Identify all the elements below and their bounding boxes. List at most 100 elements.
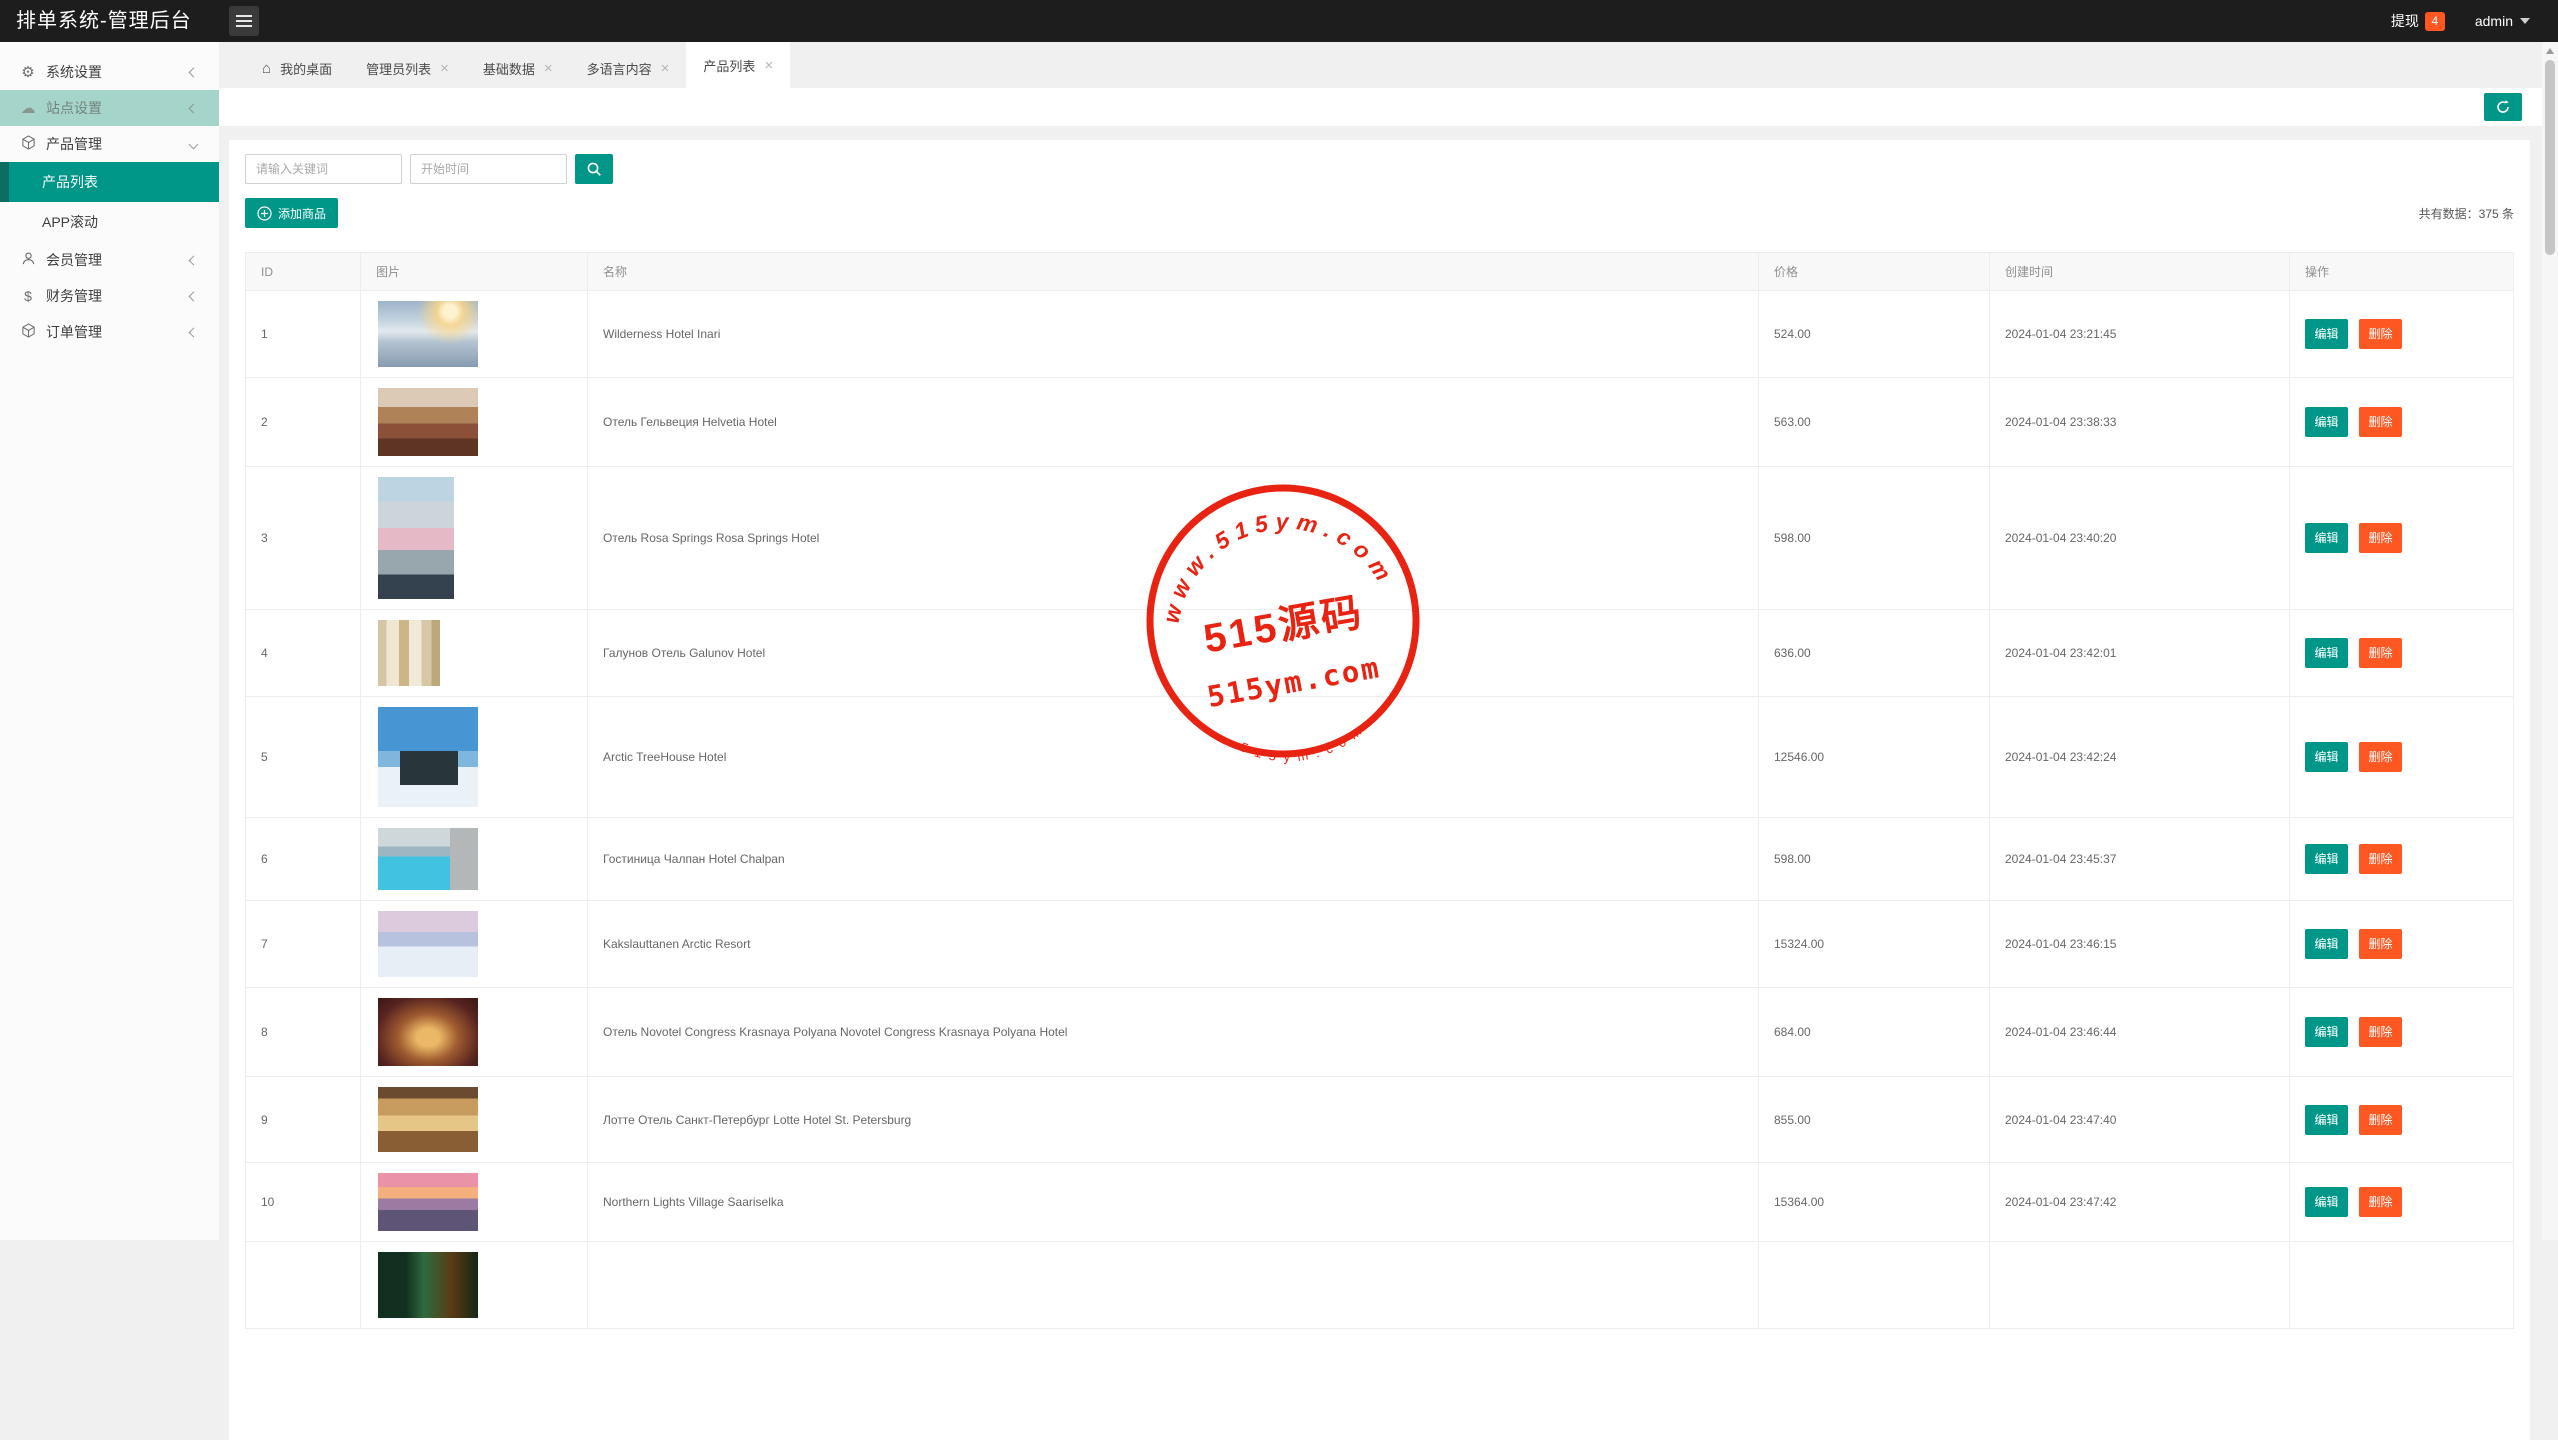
sidebar-item-0[interactable]: ⚙系统设置: [0, 54, 219, 90]
edit-button[interactable]: 编辑: [2305, 1187, 2348, 1217]
cell-name: Отель Гельвеция Helvetia Hotel: [588, 378, 1759, 467]
tab-3[interactable]: 多语言内容 ×: [570, 48, 687, 88]
delete-button[interactable]: 删除: [2359, 1017, 2402, 1047]
sidebar-item-2[interactable]: 产品管理: [0, 126, 219, 162]
product-table: ID图片名称价格创建时间操作 1Wilderness Hotel Inari52…: [245, 252, 2514, 1329]
chevron-left-icon: [189, 255, 199, 265]
edit-button[interactable]: 编辑: [2305, 1017, 2348, 1047]
cell-price: 15364.00: [1759, 1163, 1990, 1242]
sidebar-item-5[interactable]: 订单管理: [0, 314, 219, 350]
delete-button[interactable]: 删除: [2359, 638, 2402, 668]
table-row: [246, 1242, 2514, 1329]
top-bar: 排单系统-管理后台 提现 4 admin: [0, 0, 2558, 42]
sidebar-subitem-2-1[interactable]: APP滚动: [0, 202, 219, 242]
close-icon[interactable]: ×: [544, 60, 553, 77]
edit-button[interactable]: 编辑: [2305, 742, 2348, 772]
withdraw-count-badge: 4: [2425, 12, 2445, 31]
delete-button[interactable]: 删除: [2359, 742, 2402, 772]
edit-button[interactable]: 编辑: [2305, 844, 2348, 874]
keyword-input[interactable]: [245, 154, 402, 184]
delete-button[interactable]: 删除: [2359, 407, 2402, 437]
column-header: 操作: [2290, 253, 2514, 291]
cell-created: 2024-01-04 23:46:44: [1990, 988, 2290, 1077]
cell-actions: 编辑删除: [2290, 291, 2514, 378]
sidebar-item-label: 财务管理: [0, 286, 102, 306]
cell-created: 2024-01-04 23:21:45: [1990, 291, 2290, 378]
sidebar-subitem-2-0[interactable]: 产品列表: [0, 162, 219, 202]
app-title: 排单系统-管理后台: [16, 0, 192, 42]
aurora-photo-partial: [378, 1252, 478, 1318]
start-time-input[interactable]: [410, 154, 567, 184]
refresh-icon: [2495, 99, 2511, 115]
edit-button[interactable]: 编辑: [2305, 319, 2348, 349]
dusk-snow-village-photo: [378, 1173, 478, 1231]
close-icon[interactable]: ×: [440, 60, 449, 77]
filter-row: [245, 154, 2514, 184]
delete-button[interactable]: 删除: [2359, 929, 2402, 959]
toolbar-strip: [219, 88, 2542, 126]
tab-1[interactable]: 管理员列表×: [349, 48, 466, 88]
cell-name: Гостиница Чалпан Hotel Chalpan: [588, 818, 1759, 901]
main-area: ⌂我的桌面管理员列表×基础数据×多语言内容×产品列表×: [219, 42, 2558, 1240]
sidebar-item-label: 站点设置: [0, 98, 102, 118]
tab-0[interactable]: ⌂我的桌面: [245, 48, 349, 88]
edit-button[interactable]: 编辑: [2305, 523, 2348, 553]
delete-button[interactable]: 删除: [2359, 1105, 2402, 1135]
cell-name: [588, 1242, 1759, 1329]
sidebar-item-3[interactable]: 会员管理: [0, 242, 219, 278]
search-icon: [586, 161, 603, 178]
cell-name: Arctic TreeHouse Hotel: [588, 697, 1759, 818]
delete-button[interactable]: 删除: [2359, 844, 2402, 874]
cell-actions: 编辑删除: [2290, 818, 2514, 901]
scroll-up-arrow-icon[interactable]: [2546, 48, 2554, 54]
table-row: 3Отель Rosa Springs Rosa Springs Hotel59…: [246, 467, 2514, 610]
search-button[interactable]: [575, 154, 613, 184]
username: admin: [2475, 13, 2513, 29]
edit-button[interactable]: 编辑: [2305, 1105, 2348, 1135]
tab-label: 多语言内容: [587, 59, 652, 78]
snow-aerial-sunrise-photo: [378, 301, 478, 367]
box-icon: [19, 135, 37, 153]
glass-igloo-snow-photo: [378, 911, 478, 977]
sidebar-item-label: 会员管理: [0, 250, 102, 270]
cell-created: 2024-01-04 23:42:24: [1990, 697, 2290, 818]
scrollbar-thumb[interactable]: [2545, 60, 2555, 255]
delete-button[interactable]: 删除: [2359, 523, 2402, 553]
cell-actions: 编辑删除: [2290, 467, 2514, 610]
cell-price: 598.00: [1759, 467, 1990, 610]
add-product-button[interactable]: 添加商品: [245, 198, 338, 228]
hamburger-menu-icon[interactable]: [229, 6, 259, 36]
table-row: 2Отель Гельвеция Helvetia Hotel563.00202…: [246, 378, 2514, 467]
refresh-button[interactable]: [2484, 93, 2522, 121]
cell-price: 524.00: [1759, 291, 1990, 378]
tab-bar: ⌂我的桌面管理员列表×基础数据×多语言内容×产品列表×: [219, 42, 2542, 88]
dollar-icon: $: [19, 288, 37, 304]
tab-4[interactable]: 产品列表×: [686, 42, 790, 88]
sidebar-item-1[interactable]: ☁站点设置: [0, 90, 219, 126]
chevron-left-icon: [189, 291, 199, 301]
table-row: 1Wilderness Hotel Inari524.002024-01-04 …: [246, 291, 2514, 378]
column-header: 图片: [361, 253, 588, 291]
cell-image: [361, 818, 588, 901]
cell-created: 2024-01-04 23:40:20: [1990, 467, 2290, 610]
delete-button[interactable]: 删除: [2359, 1187, 2402, 1217]
edit-button[interactable]: 编辑: [2305, 929, 2348, 959]
content-card: 添加商品 共有数据：375 条 ID图片名称价格创建时间操作 1Wilderne…: [229, 140, 2530, 1440]
withdraw-link[interactable]: 提现 4: [2391, 11, 2445, 31]
gear-icon: ⚙: [19, 63, 37, 81]
edit-button[interactable]: 编辑: [2305, 638, 2348, 668]
cell-image: [361, 467, 588, 610]
close-icon[interactable]: ×: [764, 57, 773, 74]
user-menu[interactable]: admin: [2475, 13, 2530, 29]
hotel-lobby-photo: [378, 1087, 478, 1152]
tab-2[interactable]: 基础数据×: [466, 48, 570, 88]
box-icon: [19, 323, 37, 341]
close-icon[interactable]: ×: [661, 60, 670, 77]
edit-button[interactable]: 编辑: [2305, 407, 2348, 437]
sidebar-item-4[interactable]: $财务管理: [0, 278, 219, 314]
cell-actions: 编辑删除: [2290, 697, 2514, 818]
cell-price: 598.00: [1759, 818, 1990, 901]
cell-actions: [2290, 1242, 2514, 1329]
delete-button[interactable]: 删除: [2359, 319, 2402, 349]
cell-created: 2024-01-04 23:45:37: [1990, 818, 2290, 901]
